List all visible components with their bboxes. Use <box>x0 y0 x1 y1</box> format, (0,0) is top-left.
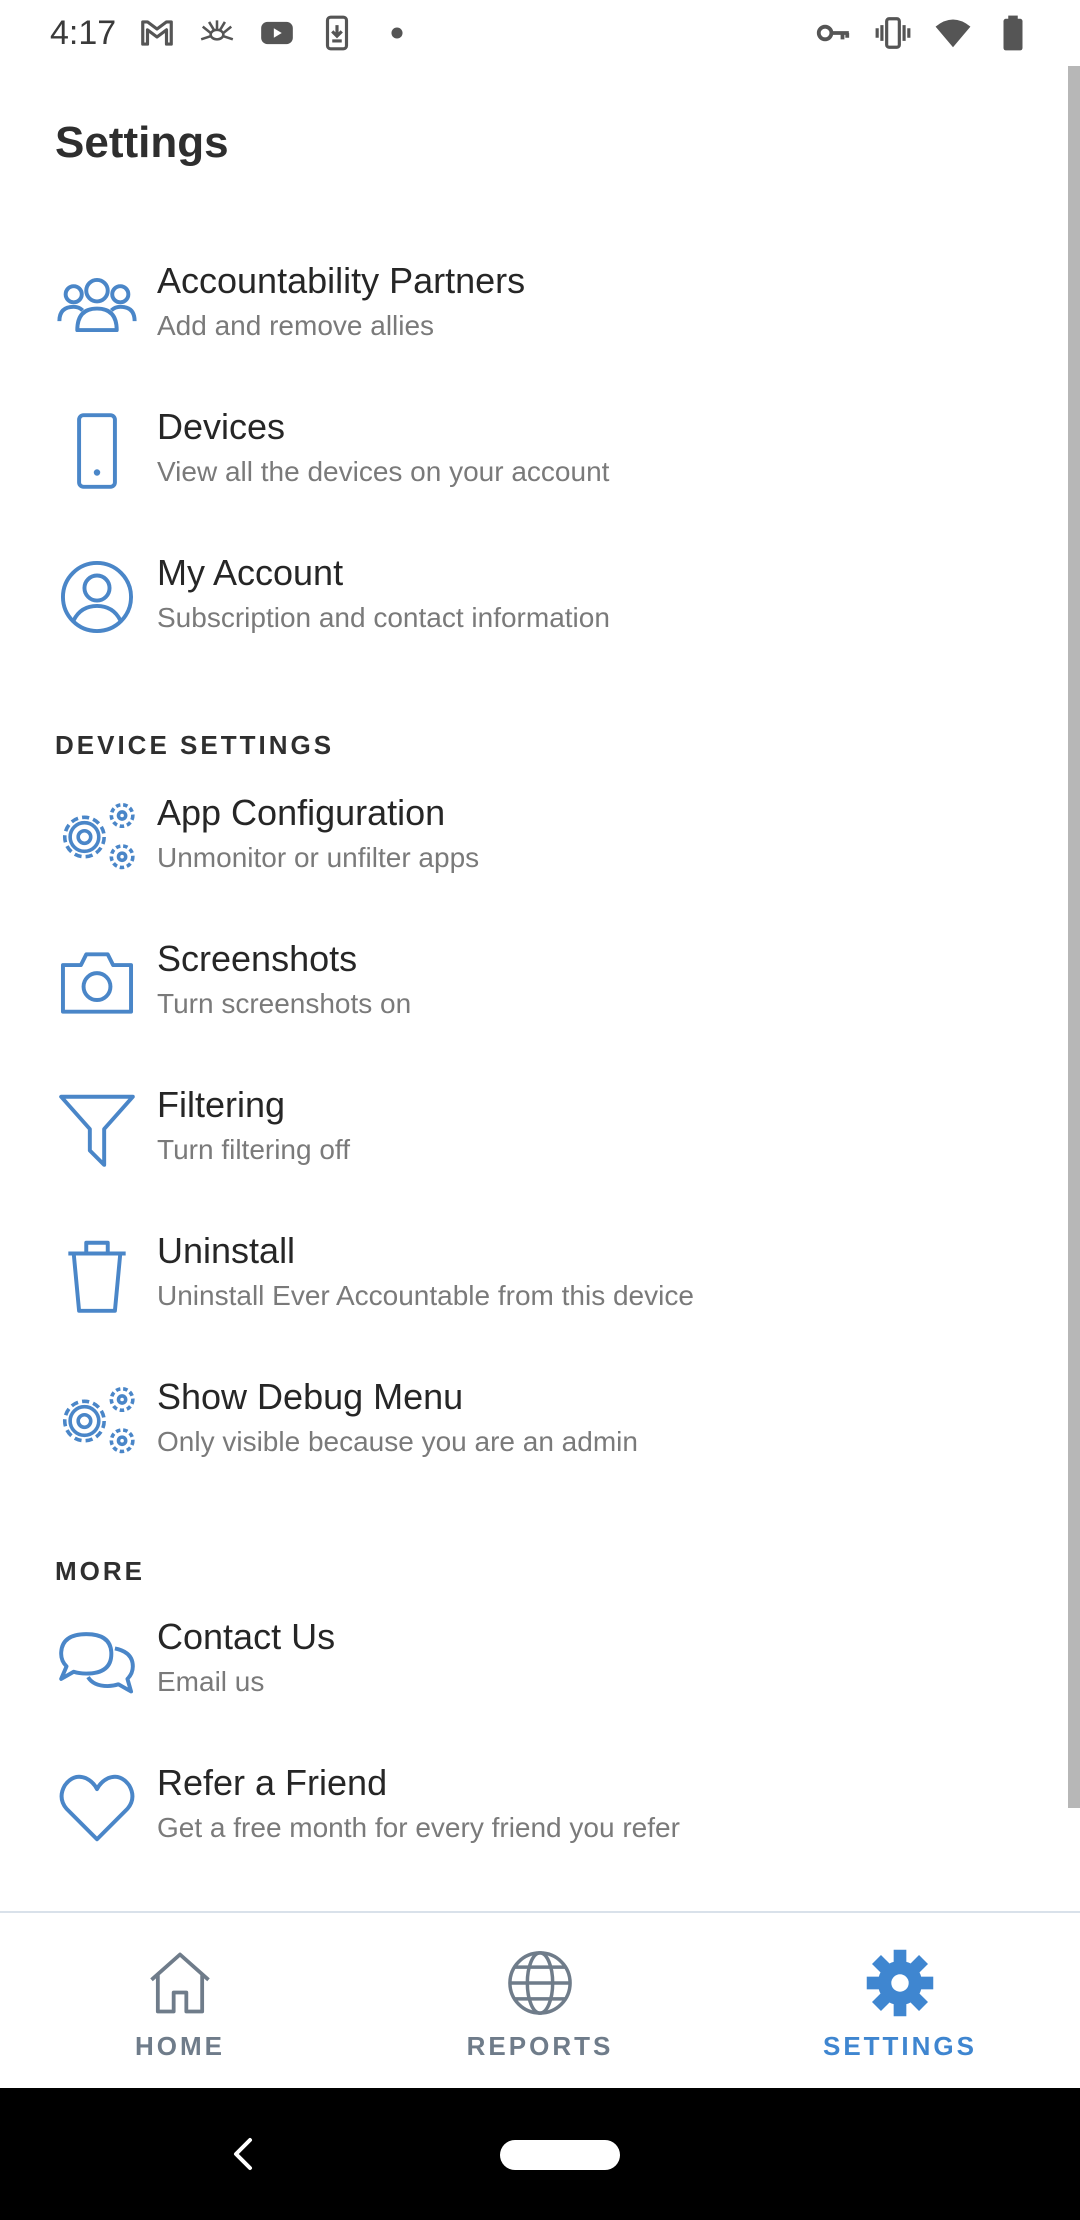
settings-item-filtering[interactable]: Filtering Turn filtering off <box>0 1064 1060 1194</box>
item-title: Show Debug Menu <box>157 1376 464 1417</box>
globe-icon <box>500 1943 580 2023</box>
item-title: Filtering <box>157 1084 286 1125</box>
vibrate-icon <box>874 14 912 52</box>
tab-label: HOME <box>135 2031 225 2061</box>
download-icon <box>318 14 356 52</box>
item-subtitle: Unmonitor or unfilter apps <box>157 842 480 873</box>
trash-icon <box>52 1230 142 1320</box>
item-title: My Account <box>157 552 344 593</box>
item-subtitle: Get a free month for every friend you re… <box>157 1812 680 1843</box>
funnel-icon <box>52 1084 142 1174</box>
settings-item-devices[interactable]: Devices View all the devices on your acc… <box>0 386 1060 516</box>
battery-icon <box>994 14 1032 52</box>
people-icon <box>52 260 142 350</box>
item-title: Screenshots <box>157 938 358 979</box>
scrollbar[interactable] <box>1068 66 1080 1808</box>
tab-settings[interactable]: SETTINGS <box>720 1913 1080 2088</box>
gmail-icon <box>138 14 176 52</box>
settings-item-app-configuration[interactable]: App Configuration Unmonitor or unfilter … <box>0 772 1060 902</box>
settings-item-refer-a-friend[interactable]: Refer a Friend Get a free month for ever… <box>0 1742 1060 1872</box>
settings-item-contact-us[interactable]: Contact Us Email us <box>0 1596 1060 1726</box>
gear-icon <box>860 1943 940 2023</box>
phone-icon <box>52 406 142 496</box>
tab-label: SETTINGS <box>822 2031 977 2061</box>
tab-home[interactable]: HOME <box>0 1913 360 2088</box>
item-subtitle: Subscription and contact information <box>157 602 610 633</box>
settings-item-show-debug-menu[interactable]: Show Debug Menu Only visible because you… <box>0 1356 1060 1486</box>
tab-reports[interactable]: REPORTS <box>360 1913 720 2088</box>
item-subtitle: Turn screenshots on <box>157 988 412 1019</box>
tab-label: REPORTS <box>466 2031 614 2061</box>
item-title: Contact Us <box>157 1616 336 1657</box>
section-header-device-settings: DEVICE SETTINGS <box>55 730 335 760</box>
gears-icon <box>52 1376 142 1466</box>
status-left-icons <box>138 14 416 52</box>
item-subtitle: Turn filtering off <box>157 1134 350 1165</box>
camera-icon <box>52 938 142 1028</box>
dot-icon <box>378 14 416 52</box>
item-subtitle: Only visible because you are an admin <box>157 1426 638 1457</box>
chat-bubbles-icon <box>52 1616 142 1706</box>
page-title: Settings <box>55 118 229 167</box>
settings-item-uninstall[interactable]: Uninstall Uninstall Ever Accountable fro… <box>0 1210 1060 1340</box>
wifi-icon <box>934 14 972 52</box>
settings-item-accountability-partners[interactable]: Accountability Partners Add and remove a… <box>0 240 1060 370</box>
youtube-icon <box>258 14 296 52</box>
item-subtitle: View all the devices on your account <box>157 456 610 487</box>
gears-icon <box>52 792 142 882</box>
back-icon[interactable] <box>222 2132 266 2176</box>
settings-item-screenshots[interactable]: Screenshots Turn screenshots on <box>0 918 1060 1048</box>
item-title: Devices <box>157 406 286 447</box>
home-pill-button[interactable] <box>500 2140 620 2170</box>
status-bar: 4:17 <box>0 0 1080 66</box>
bottom-nav: HOME REPORTS SETTINGS <box>0 1913 1080 2088</box>
item-title: Accountability Partners <box>157 260 526 301</box>
item-subtitle: Add and remove allies <box>157 310 435 341</box>
item-subtitle: Email us <box>157 1666 265 1697</box>
item-title: App Configuration <box>157 792 446 833</box>
user-circle-icon <box>52 552 142 642</box>
status-time: 4:17 <box>50 14 117 52</box>
item-title: Uninstall <box>157 1230 296 1271</box>
home-icon <box>140 1943 220 2023</box>
vpn-key-icon <box>814 14 852 52</box>
section-header-more: MORE <box>55 1556 145 1586</box>
app-bug-icon <box>198 14 236 52</box>
settings-item-my-account[interactable]: My Account Subscription and contact info… <box>0 532 1060 662</box>
item-title: Refer a Friend <box>157 1762 388 1803</box>
status-right-icons <box>814 14 1032 52</box>
heart-icon <box>52 1762 142 1852</box>
item-subtitle: Uninstall Ever Accountable from this dev… <box>157 1280 694 1311</box>
system-nav-bar <box>0 2088 1080 2220</box>
